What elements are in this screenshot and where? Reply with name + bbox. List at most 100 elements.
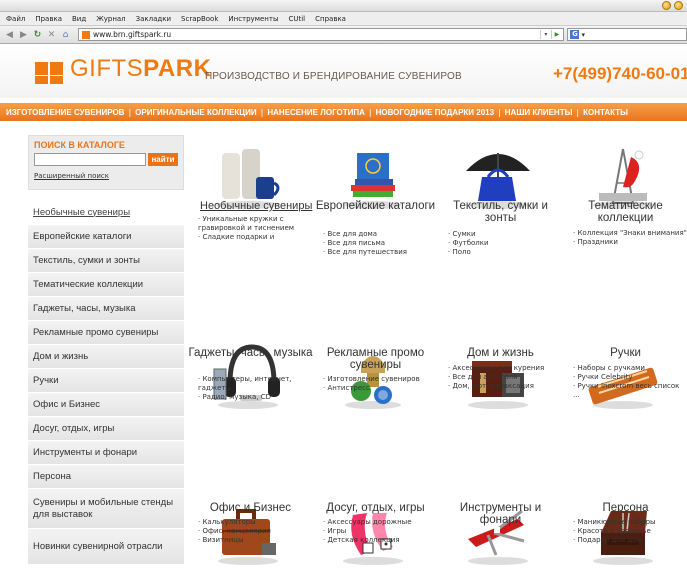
subcategory-link[interactable]: Калькуляторы xyxy=(198,518,313,527)
subcategory-link[interactable]: Офис, канцелярия xyxy=(198,527,313,536)
sidebar-item-label: Дом и жизнь xyxy=(33,350,89,362)
sidebar-item-label: Ручки xyxy=(33,374,59,386)
menu-edit[interactable]: Правка xyxy=(35,15,62,23)
sidebar-item-gadgets-watches-music[interactable]: Гаджеты, часы, музыка xyxy=(28,297,184,321)
product-title[interactable]: Офис и Бизнес xyxy=(188,502,313,514)
product-title[interactable]: Тематические коллекции xyxy=(563,200,687,224)
menu-help[interactable]: Справка xyxy=(315,15,346,23)
browser-menubar: Файл Правка Вид Журнал Закладки ScrapBoo… xyxy=(0,12,687,26)
sidebar-item-exhibition-stands[interactable]: Сувениры и мобильные стенды для выставок xyxy=(28,489,184,529)
subcategory-link[interactable]: Изготовление сувениров xyxy=(323,375,438,384)
subcategory-link[interactable]: Праздники xyxy=(573,238,687,247)
subcategory-link[interactable]: Коллекция "Знаки внимания" xyxy=(573,229,687,238)
subcategory-link[interactable]: Ручки Celebrity xyxy=(573,373,687,382)
product-title[interactable]: Текстиль, сумки и зонты xyxy=(438,200,563,224)
subcategory-link[interactable]: Сумки xyxy=(448,230,563,239)
reload-icon[interactable]: ↻ xyxy=(32,29,43,41)
minimize-button[interactable] xyxy=(662,1,671,10)
product-subcategory-list: Компьютеры, интернет, гаджетыРадио, музы… xyxy=(198,375,313,402)
search-engine-box[interactable]: G ▾ xyxy=(567,28,687,41)
nav-souvenir-making[interactable]: ИЗГОТОВЛЕНИЕ СУВЕНИРОВ xyxy=(2,108,128,117)
menu-scrapbook[interactable]: ScrapBook xyxy=(181,15,218,23)
subcategory-link[interactable]: Наборы с ручками xyxy=(573,364,687,373)
subcategory-link[interactable]: Поло xyxy=(448,248,563,257)
product-title[interactable]: Инструменты и фонари xyxy=(438,502,563,526)
advanced-search-link[interactable]: Расширенный поиск xyxy=(34,172,178,180)
sidebar-item-unusual-souvenirs[interactable]: Необычные сувениры xyxy=(28,201,184,225)
subcategory-link[interactable]: Радио, музыка, CD xyxy=(198,393,313,402)
forward-icon[interactable]: ▶ xyxy=(18,29,29,41)
back-icon[interactable]: ◀ xyxy=(4,29,15,41)
search-title: ПОИСК В КАТАЛОГЕ xyxy=(34,140,125,150)
subcategory-link[interactable]: Красота и здоровье xyxy=(573,527,687,536)
product-title[interactable]: Рекламные промо сувениры xyxy=(313,347,438,371)
sidebar-item-promo-souvenirs[interactable]: Рекламные промо сувениры xyxy=(28,321,184,345)
catalog-search: ПОИСК В КАТАЛОГЕ найти Расширенный поиск xyxy=(28,135,184,190)
nav-new-year-gifts[interactable]: НОВОГОДНИЕ ПОДАРКИ 2013 xyxy=(372,108,498,117)
sidebar-item-european-catalogs[interactable]: Европейские каталоги xyxy=(28,225,184,249)
sidebar-item-tools-flashlights[interactable]: Инструменты и фонари xyxy=(28,441,184,465)
go-icon[interactable]: ▶ xyxy=(551,30,561,39)
search-button[interactable]: найти xyxy=(148,153,178,166)
product-title[interactable]: Досуг, отдых, игры xyxy=(313,502,438,514)
sidebar-item-label: Гаджеты, часы, музыка xyxy=(33,302,136,314)
menu-bookmarks[interactable]: Закладки xyxy=(136,15,171,23)
sidebar-navigation: Необычные сувениры Европейские каталоги Те… xyxy=(28,201,184,565)
address-bar[interactable]: www.brn.giftspark.ru ▾ ▶ xyxy=(78,28,565,41)
subcategory-link[interactable]: Аксессуары для курения xyxy=(448,364,563,373)
sidebar-item-office-business[interactable]: Офис и Бизнес xyxy=(28,393,184,417)
product-title[interactable]: Европейские каталоги xyxy=(313,200,438,212)
site-tagline: ПРОИЗВОДСТВО И БРЕНДИРОВАНИЕ СУВЕНИРОВ xyxy=(205,71,462,82)
product-title[interactable]: Ручки xyxy=(563,347,687,359)
menu-file[interactable]: Файл xyxy=(6,15,25,23)
subcategory-link[interactable]: Все для алкоголя xyxy=(448,373,563,382)
subcategory-link[interactable]: Визитницы xyxy=(198,536,313,545)
product-title[interactable]: Персона xyxy=(563,502,687,514)
subcategory-link[interactable]: Все для путешествия xyxy=(323,248,438,257)
product-title[interactable]: Необычные сувениры xyxy=(200,200,325,212)
google-icon[interactable]: G xyxy=(570,30,580,39)
menu-history[interactable]: Журнал xyxy=(96,15,125,23)
subcategory-link[interactable]: Уникальные кружки с гравировкой и тиснен… xyxy=(198,215,313,233)
subcategory-link[interactable]: Аксессуары дорожные xyxy=(323,518,438,527)
sidebar-item-label: Текстиль, сумки и зонты xyxy=(33,254,140,266)
sidebar-item-leisure-games[interactable]: Досуг, отдых, игры xyxy=(28,417,184,441)
menu-tools[interactable]: Инструменты xyxy=(228,15,278,23)
subcategory-link[interactable]: Сладкие подарки и xyxy=(198,233,313,242)
subcategory-link[interactable]: Ручки Inoxcrom весь список ... xyxy=(573,382,687,400)
sidebar-item-textile-bags-umbrellas[interactable]: Текстиль, сумки и зонты xyxy=(28,249,184,273)
sidebar-item-thematic-collections[interactable]: Тематические коллекции xyxy=(28,273,184,297)
product-subcategory-list: Все для домаВсе для письмаВсе для путеше… xyxy=(323,230,438,257)
product-title[interactable]: Дом и жизнь xyxy=(438,347,563,359)
dropdown-icon[interactable]: ▾ xyxy=(540,30,550,39)
search-input[interactable] xyxy=(34,153,146,166)
subcategory-link[interactable]: Все для дома xyxy=(323,230,438,239)
subcategory-link[interactable]: Детская коллекция xyxy=(323,536,438,545)
sidebar-item-pens[interactable]: Ручки xyxy=(28,369,184,393)
browser-navbar: ◀ ▶ ↻ ✕ ⌂ www.brn.giftspark.ru ▾ ▶ G ▾ xyxy=(0,26,687,44)
sidebar-item-novelties[interactable]: Новинки сувенирной отрасли xyxy=(28,529,184,565)
site-logo[interactable]: GIFTSPARK xyxy=(34,54,211,84)
engine-dropdown-icon[interactable]: ▾ xyxy=(581,31,585,39)
nav-logo-printing[interactable]: НАНЕСЕНИЕ ЛОГОТИПА xyxy=(263,108,369,117)
close-button[interactable] xyxy=(674,1,683,10)
product-title[interactable]: Гаджеты, часы, музыка xyxy=(188,347,313,359)
subcategory-link[interactable]: Игры xyxy=(323,527,438,536)
subcategory-link[interactable]: Маникюрные наборы xyxy=(573,518,687,527)
menu-cutil[interactable]: CUtil xyxy=(288,15,305,23)
subcategory-link[interactable]: Компьютеры, интернет, гаджеты xyxy=(198,375,313,393)
stop-icon[interactable]: ✕ xyxy=(46,29,57,41)
subcategory-link[interactable]: Все для письма xyxy=(323,239,438,248)
subcategory-link[interactable]: Антистресс xyxy=(323,384,438,393)
sidebar-item-persona[interactable]: Персона xyxy=(28,465,184,489)
sidebar-item-home-life[interactable]: Дом и жизнь xyxy=(28,345,184,369)
subcategory-link[interactable]: Дом, уют, релаксация xyxy=(448,382,563,391)
home-icon[interactable]: ⌂ xyxy=(60,29,71,41)
subcategory-link[interactable]: Футболки xyxy=(448,239,563,248)
sidebar-item-label: Рекламные промо сувениры xyxy=(33,326,159,338)
nav-contacts[interactable]: КОНТАКТЫ xyxy=(579,108,632,117)
nav-original-collections[interactable]: ОРИГИНАЛЬНЫЕ КОЛЛЕКЦИИ xyxy=(131,108,260,117)
menu-view[interactable]: Вид xyxy=(72,15,86,23)
nav-clients[interactable]: НАШИ КЛИЕНТЫ xyxy=(501,108,577,117)
subcategory-link[interactable]: Подарки для дам xyxy=(573,536,687,545)
